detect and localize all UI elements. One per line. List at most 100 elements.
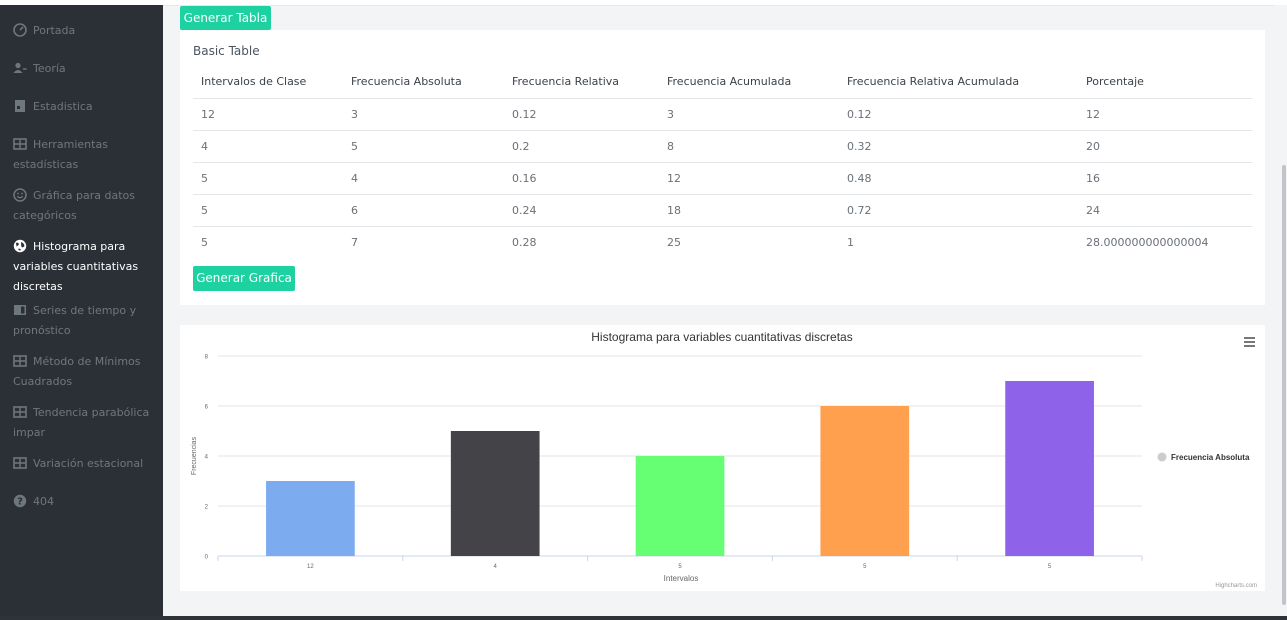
table-icon (13, 138, 27, 150)
chart-legend[interactable]: Frecuencia Absoluta (1157, 452, 1250, 463)
table-cell: 5 (193, 194, 343, 227)
table-cell: 20 (1078, 130, 1252, 163)
table-icon (13, 406, 27, 418)
table-cell: 0.72 (839, 194, 1078, 227)
sidebar-item-404[interactable]: ? 404 (13, 492, 158, 512)
table-cell: 4 (193, 130, 343, 163)
table-row: 4 5 0.2 8 0.32 20 (193, 130, 1252, 163)
legend-marker (1157, 452, 1167, 462)
page-scrollbar-thumb[interactable] (1282, 165, 1286, 605)
x-tick-label: 5 (863, 564, 867, 570)
y-axis-ticks: 0 2 4 6 8 (205, 355, 209, 561)
table-cell: 0.16 (504, 162, 659, 195)
table-cell: 0.28 (512, 235, 537, 249)
sidebar-item-label: Método de Mínimos Cuadrados (13, 355, 141, 388)
histogram-bar[interactable] (635, 456, 725, 556)
globe-icon (13, 239, 27, 253)
table-icon (13, 457, 27, 469)
sidebar-item-label: Portada (33, 24, 76, 37)
histogram-chart: Histograma para variables cuantitativas … (191, 330, 1257, 589)
sidebar-item-tendencia-parabolica[interactable]: Tendencia parabólica impar (13, 403, 158, 443)
table-cell: 5 (193, 162, 343, 195)
main-top-divider (163, 5, 1274, 6)
table-cell: 25 (667, 235, 681, 249)
table-cell: 7 (351, 235, 358, 249)
column-header: Frecuencia Relativa Acumulada (839, 66, 1078, 99)
sidebar-item-label: Series de tiempo y pronóstico (13, 304, 137, 337)
frequency-table: Intervalos de Clase Frecuencia Absoluta … (193, 66, 1252, 258)
table-cell: 18 (659, 194, 839, 227)
table-cell: 1 (847, 235, 854, 249)
legend-label: Frecuencia Absoluta (1171, 453, 1250, 462)
sidebar-item-label: 404 (33, 495, 54, 508)
table-cell: 12 (659, 162, 839, 195)
sidebar-item-label: Estadistica (33, 100, 93, 113)
y-tick-label: 0 (205, 555, 209, 561)
basic-table-card: Basic Table Intervalos de Clase Frecuenc… (180, 30, 1265, 305)
sidebar-item-minimos-cuadrados[interactable]: Método de Mínimos Cuadrados (13, 352, 158, 392)
histogram-bar[interactable] (450, 431, 540, 556)
sidebar-item-portada[interactable]: Portada (13, 21, 158, 41)
x-axis-title: Intervalos (664, 574, 699, 583)
table-cell: 0.48 (839, 162, 1078, 195)
smile-icon (13, 188, 27, 202)
table-cell: 12 (193, 98, 343, 131)
histogram-bar[interactable] (1005, 381, 1094, 556)
y-tick-label: 4 (205, 455, 209, 461)
sidebar-item-teoria[interactable]: Teoría (13, 59, 158, 79)
table-header-row: Intervalos de Clase Frecuencia Absoluta … (193, 66, 1252, 99)
sidebar-item-label: Histograma para variables cuantitativas … (13, 240, 139, 293)
table-cell: 28.000000000000004 (1086, 235, 1209, 249)
x-tick-label: 12 (307, 564, 314, 570)
sidebar-item-variacion-estacional[interactable]: Variación estacional (13, 454, 158, 474)
table-row: 12 3 0.12 3 0.12 12 (193, 98, 1252, 131)
table-cell: 5 (201, 235, 208, 249)
y-axis-title: Frecuencias (191, 436, 198, 475)
sidebar-item-series-tiempo[interactable]: Series de tiempo y pronóstico (13, 301, 158, 341)
table-cell: 24 (1078, 194, 1252, 227)
table-icon (13, 355, 27, 367)
bottom-strip (0, 616, 1287, 620)
table-cell: 12 (1078, 98, 1252, 131)
sidebar: Portada Teoría Estadistica Herramientas … (0, 5, 163, 616)
table-row: 5 4 0.16 12 0.48 16 (193, 162, 1252, 195)
column-header: Porcentaje (1078, 66, 1252, 99)
table-cell: 16 (1078, 162, 1252, 195)
x-tick-label: 5 (678, 564, 682, 570)
columns-icon (14, 305, 26, 315)
card-title: Basic Table (193, 44, 260, 58)
column-header: Intervalos de Clase (193, 66, 343, 99)
dashboard-icon (13, 23, 27, 37)
generate-table-button[interactable]: Generar Tabla (180, 6, 271, 30)
y-tick-label: 2 (205, 505, 209, 511)
question-icon: ? (13, 494, 27, 508)
sidebar-item-grafica-categoricos[interactable]: Gráfica para datos categóricos (13, 186, 158, 226)
histogram-bar[interactable] (266, 481, 355, 556)
table-cell: 4 (343, 162, 504, 195)
x-axis-ticks: 12 4 5 5 5 (217, 556, 1143, 570)
table-row: 5 7 0.28 25 1 28.000000000000004 (193, 226, 1252, 258)
sidebar-item-label: Variación estacional (33, 457, 144, 470)
x-tick-label: 4 (494, 564, 498, 570)
chart-credits[interactable]: Highcharts.com (1215, 583, 1257, 589)
table-cell: 0.32 (839, 130, 1078, 163)
x-tick-label: 5 (1048, 564, 1052, 570)
chart-title: Histograma para variables cuantitativas … (591, 330, 852, 344)
table-row: 5 6 0.24 18 0.72 24 (193, 194, 1252, 227)
hamburger-menu-icon[interactable] (1243, 336, 1256, 348)
table-cell: 0.2 (504, 130, 659, 163)
sidebar-item-estadistica[interactable]: Estadistica (13, 97, 158, 117)
histogram-bar[interactable] (820, 406, 910, 556)
chart-bars (266, 381, 1094, 556)
sidebar-item-histograma[interactable]: Histograma para variables cuantitativas … (13, 237, 158, 297)
table-cell: 8 (659, 130, 839, 163)
sidebar-item-herramientas[interactable]: Herramientas estadísticas (13, 135, 158, 175)
table-cell: 3 (343, 98, 504, 131)
svg-text:?: ? (17, 497, 23, 508)
table-cell: 0.24 (504, 194, 659, 227)
generate-chart-button[interactable]: Generar Grafica (193, 266, 295, 291)
table-cell: 0.12 (504, 98, 659, 131)
sidebar-item-label: Teoría (33, 62, 66, 75)
sidebar-item-label: Herramientas estadísticas (13, 138, 108, 171)
table-cell: 6 (343, 194, 504, 227)
